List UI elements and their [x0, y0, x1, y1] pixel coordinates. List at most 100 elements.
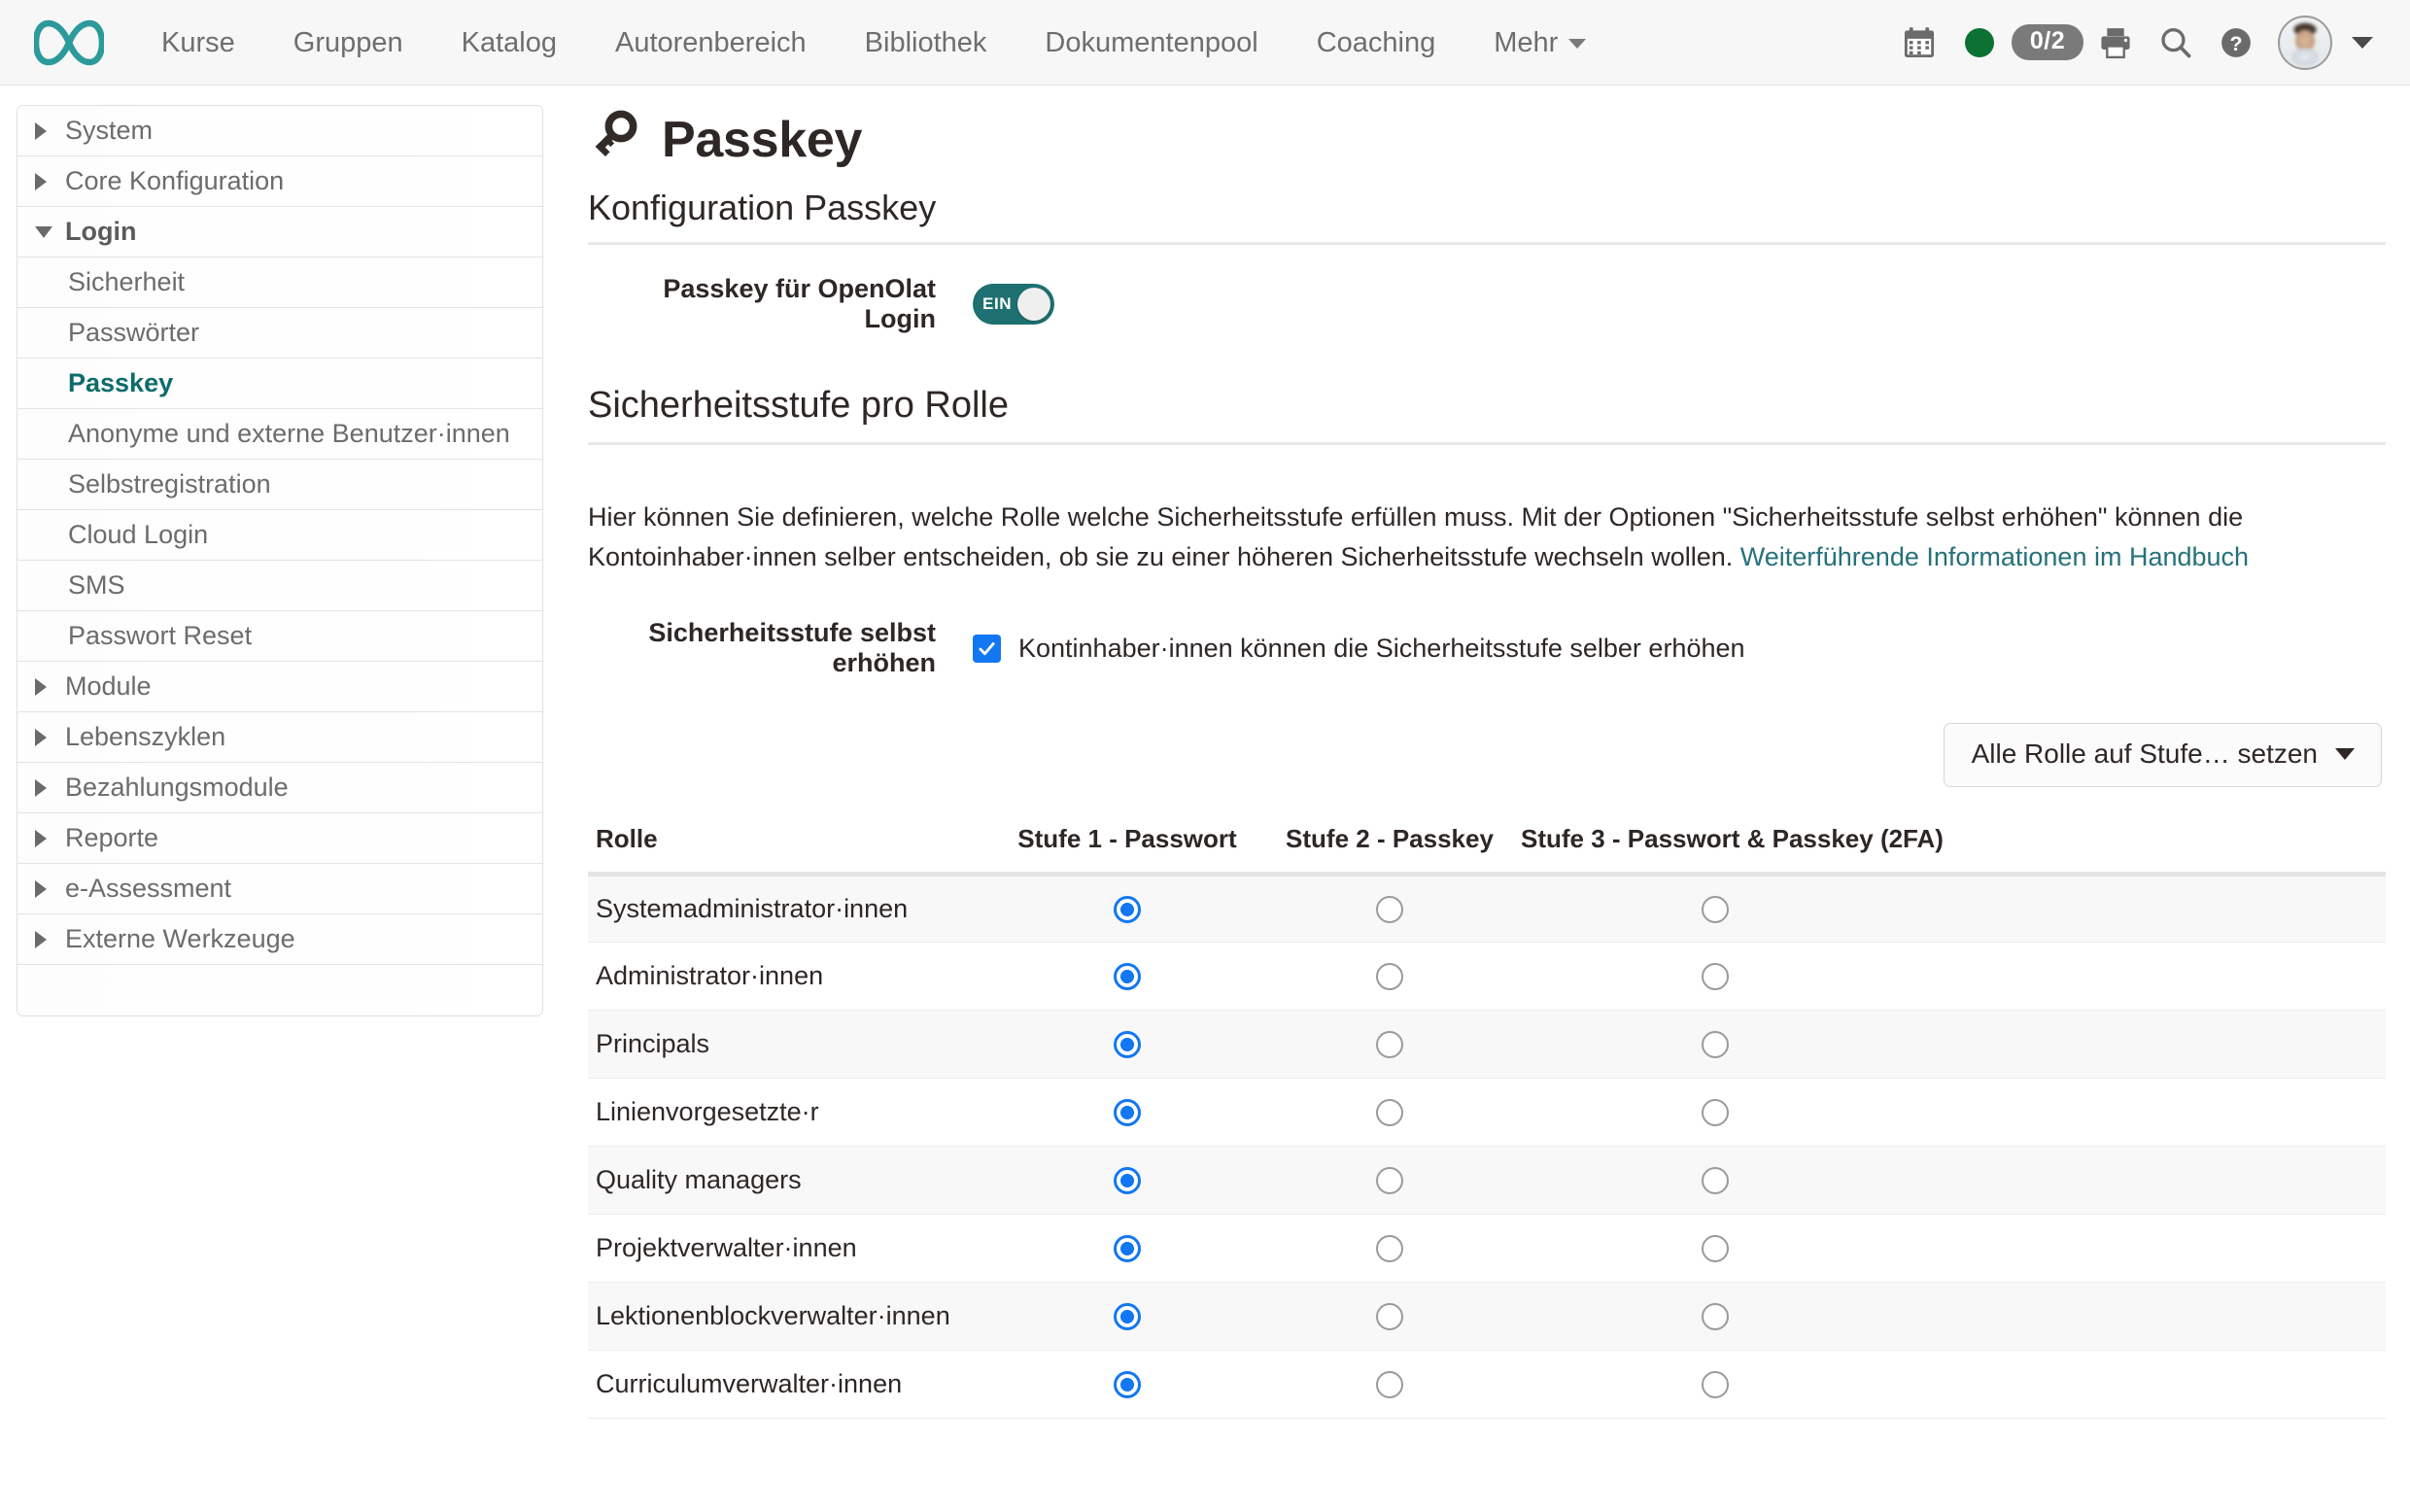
sidebar-item-reporte[interactable]: Reporte: [17, 813, 542, 864]
radio-stufe-3[interactable]: [1702, 962, 1729, 990]
self-raise-checkbox-label[interactable]: Kontinhaber·innen können die Sicherheits…: [1018, 634, 1745, 664]
radio-cell-stufe-2[interactable]: [1258, 1010, 1521, 1080]
sidebar-item-lebenszyklen[interactable]: Lebenszyklen: [17, 712, 542, 763]
nav-item-gruppen[interactable]: Gruppen: [264, 0, 432, 86]
help-button[interactable]: ?: [2206, 13, 2266, 73]
sidebar-item-passwoerter[interactable]: Passwörter: [17, 308, 542, 359]
radio-cell-stufe-3[interactable]: [1521, 874, 1910, 944]
radio-stufe-1[interactable]: [1114, 1030, 1141, 1058]
radio-stufe-1[interactable]: [1114, 1302, 1141, 1330]
sidebar-item-overflow[interactable]: [17, 965, 542, 1015]
radio-cell-stufe-2[interactable]: [1258, 1350, 1521, 1420]
radio-cell-stufe-3[interactable]: [1521, 1010, 1910, 1080]
page-title-text: Passkey: [662, 111, 863, 168]
radio-stufe-2[interactable]: [1376, 1030, 1403, 1058]
nav-item-bibliothek[interactable]: Bibliothek: [836, 0, 1016, 86]
nav-item-kurse[interactable]: Kurse: [132, 0, 264, 86]
sidebar: System Core Konfiguration Login Sicherhe…: [0, 86, 561, 1016]
radio-cell-stufe-2[interactable]: [1258, 1146, 1521, 1216]
radio-stufe-1[interactable]: [1114, 1098, 1141, 1126]
radio-stufe-2[interactable]: [1376, 1370, 1403, 1398]
handbuch-link[interactable]: Weiterführende Informationen im Handbuch: [1740, 542, 2249, 571]
avatar[interactable]: [2278, 15, 2332, 70]
sidebar-item-sicherheit[interactable]: Sicherheit: [17, 258, 542, 308]
radio-cell-stufe-2[interactable]: [1258, 1078, 1521, 1148]
radio-cell-stufe-1[interactable]: [996, 874, 1258, 944]
print-button[interactable]: [2085, 13, 2146, 73]
set-all-roles-button[interactable]: Alle Rolle auf Stufe… setzen: [1943, 723, 2382, 788]
radio-stufe-3[interactable]: [1702, 1166, 1729, 1194]
radio-cell-stufe-1[interactable]: [996, 1010, 1258, 1080]
row-spacer: [1910, 1146, 2386, 1216]
radio-stufe-1[interactable]: [1114, 895, 1141, 923]
radio-stufe-1[interactable]: [1114, 1370, 1141, 1398]
radio-stufe-1[interactable]: [1114, 1234, 1141, 1262]
radio-cell-stufe-3[interactable]: [1521, 1214, 1910, 1284]
radio-cell-stufe-3[interactable]: [1521, 942, 1910, 1012]
radio-cell-stufe-3[interactable]: [1521, 1146, 1910, 1216]
sidebar-item-module[interactable]: Module: [17, 662, 542, 712]
radio-stufe-2[interactable]: [1376, 895, 1403, 923]
sidebar-item-externe-werkzeuge[interactable]: Externe Werkzeuge: [17, 914, 542, 965]
self-raise-checkbox[interactable]: [973, 634, 1001, 663]
radio-cell-stufe-1[interactable]: [996, 1078, 1258, 1148]
nav-item-mehr[interactable]: Mehr: [1464, 0, 1615, 86]
set-all-row: Alle Rolle auf Stufe… setzen: [588, 723, 2386, 788]
radio-stufe-2[interactable]: [1376, 962, 1403, 990]
radio-stufe-2[interactable]: [1376, 1234, 1403, 1262]
sidebar-item-passwort-reset[interactable]: Passwort Reset: [17, 611, 542, 662]
nav-label: Coaching: [1316, 26, 1436, 58]
online-status-indicator[interactable]: [1949, 13, 2010, 73]
radio-cell-stufe-2[interactable]: [1258, 1282, 1521, 1352]
nav-item-katalog[interactable]: Katalog: [432, 0, 586, 86]
radio-stufe-3[interactable]: [1702, 1098, 1729, 1126]
sidebar-item-core-konfiguration[interactable]: Core Konfiguration: [17, 156, 542, 207]
radio-cell-stufe-3[interactable]: [1521, 1078, 1910, 1148]
radio-cell-stufe-3[interactable]: [1521, 1282, 1910, 1352]
radio-cell-stufe-1[interactable]: [996, 1282, 1258, 1352]
self-raise-row: Sicherheitsstufe selbst erhöhen Kontinha…: [588, 618, 2386, 678]
radio-cell-stufe-2[interactable]: [1258, 874, 1521, 944]
notification-counter[interactable]: 0/2: [2010, 13, 2085, 73]
chevron-right-icon: [35, 829, 54, 847]
radio-stufe-3[interactable]: [1702, 895, 1729, 923]
nav-item-coaching[interactable]: Coaching: [1288, 0, 1465, 86]
radio-stufe-3[interactable]: [1702, 1370, 1729, 1398]
radio-stufe-2[interactable]: [1376, 1302, 1403, 1330]
sidebar-item-sms[interactable]: SMS: [17, 561, 542, 611]
radio-cell-stufe-1[interactable]: [996, 1146, 1258, 1216]
radio-stufe-3[interactable]: [1702, 1234, 1729, 1262]
sidebar-item-system[interactable]: System: [17, 106, 542, 156]
sidebar-item-label: Lebenszyklen: [65, 722, 226, 751]
passkey-login-toggle[interactable]: EIN: [973, 284, 1054, 325]
sidebar-item-selbstregistration[interactable]: Selbstregistration: [17, 460, 542, 510]
radio-cell-stufe-1[interactable]: [996, 1350, 1258, 1420]
radio-stufe-1[interactable]: [1114, 1166, 1141, 1194]
radio-cell-stufe-1[interactable]: [996, 1214, 1258, 1284]
radio-stufe-1[interactable]: [1114, 962, 1141, 990]
toggle-state-text: EIN: [982, 294, 1013, 313]
user-menu-chevron-down-icon[interactable]: [2352, 36, 2373, 49]
sidebar-item-anonyme-und-externe-benutzer[interactable]: Anonyme und externe Benutzer·innen: [17, 409, 542, 460]
sidebar-item-login[interactable]: Login: [17, 207, 542, 258]
sidebar-item-e-assessment[interactable]: e-Assessment: [17, 864, 542, 914]
radio-cell-stufe-3[interactable]: [1521, 1350, 1910, 1420]
table-row: Curriculumverwalter·innen: [588, 1350, 2386, 1420]
radio-stufe-3[interactable]: [1702, 1030, 1729, 1058]
sidebar-item-label: System: [65, 116, 154, 145]
radio-cell-stufe-1[interactable]: [996, 942, 1258, 1012]
radio-stufe-2[interactable]: [1376, 1098, 1403, 1126]
calendar-button[interactable]: [1889, 13, 1949, 73]
nav-item-autorenbereich[interactable]: Autorenbereich: [586, 0, 836, 86]
infinity-logo[interactable]: [33, 16, 105, 70]
search-button[interactable]: [2146, 13, 2206, 73]
radio-cell-stufe-2[interactable]: [1258, 942, 1521, 1012]
nav-label: Bibliothek: [864, 26, 987, 58]
nav-item-dokumentenpool[interactable]: Dokumentenpool: [1016, 0, 1287, 86]
radio-stufe-3[interactable]: [1702, 1302, 1729, 1330]
radio-cell-stufe-2[interactable]: [1258, 1214, 1521, 1284]
sidebar-item-cloud-login[interactable]: Cloud Login: [17, 510, 542, 561]
sidebar-item-passkey[interactable]: Passkey: [17, 359, 542, 409]
radio-stufe-2[interactable]: [1376, 1166, 1403, 1194]
sidebar-item-bezahlungsmodule[interactable]: Bezahlungsmodule: [17, 763, 542, 813]
